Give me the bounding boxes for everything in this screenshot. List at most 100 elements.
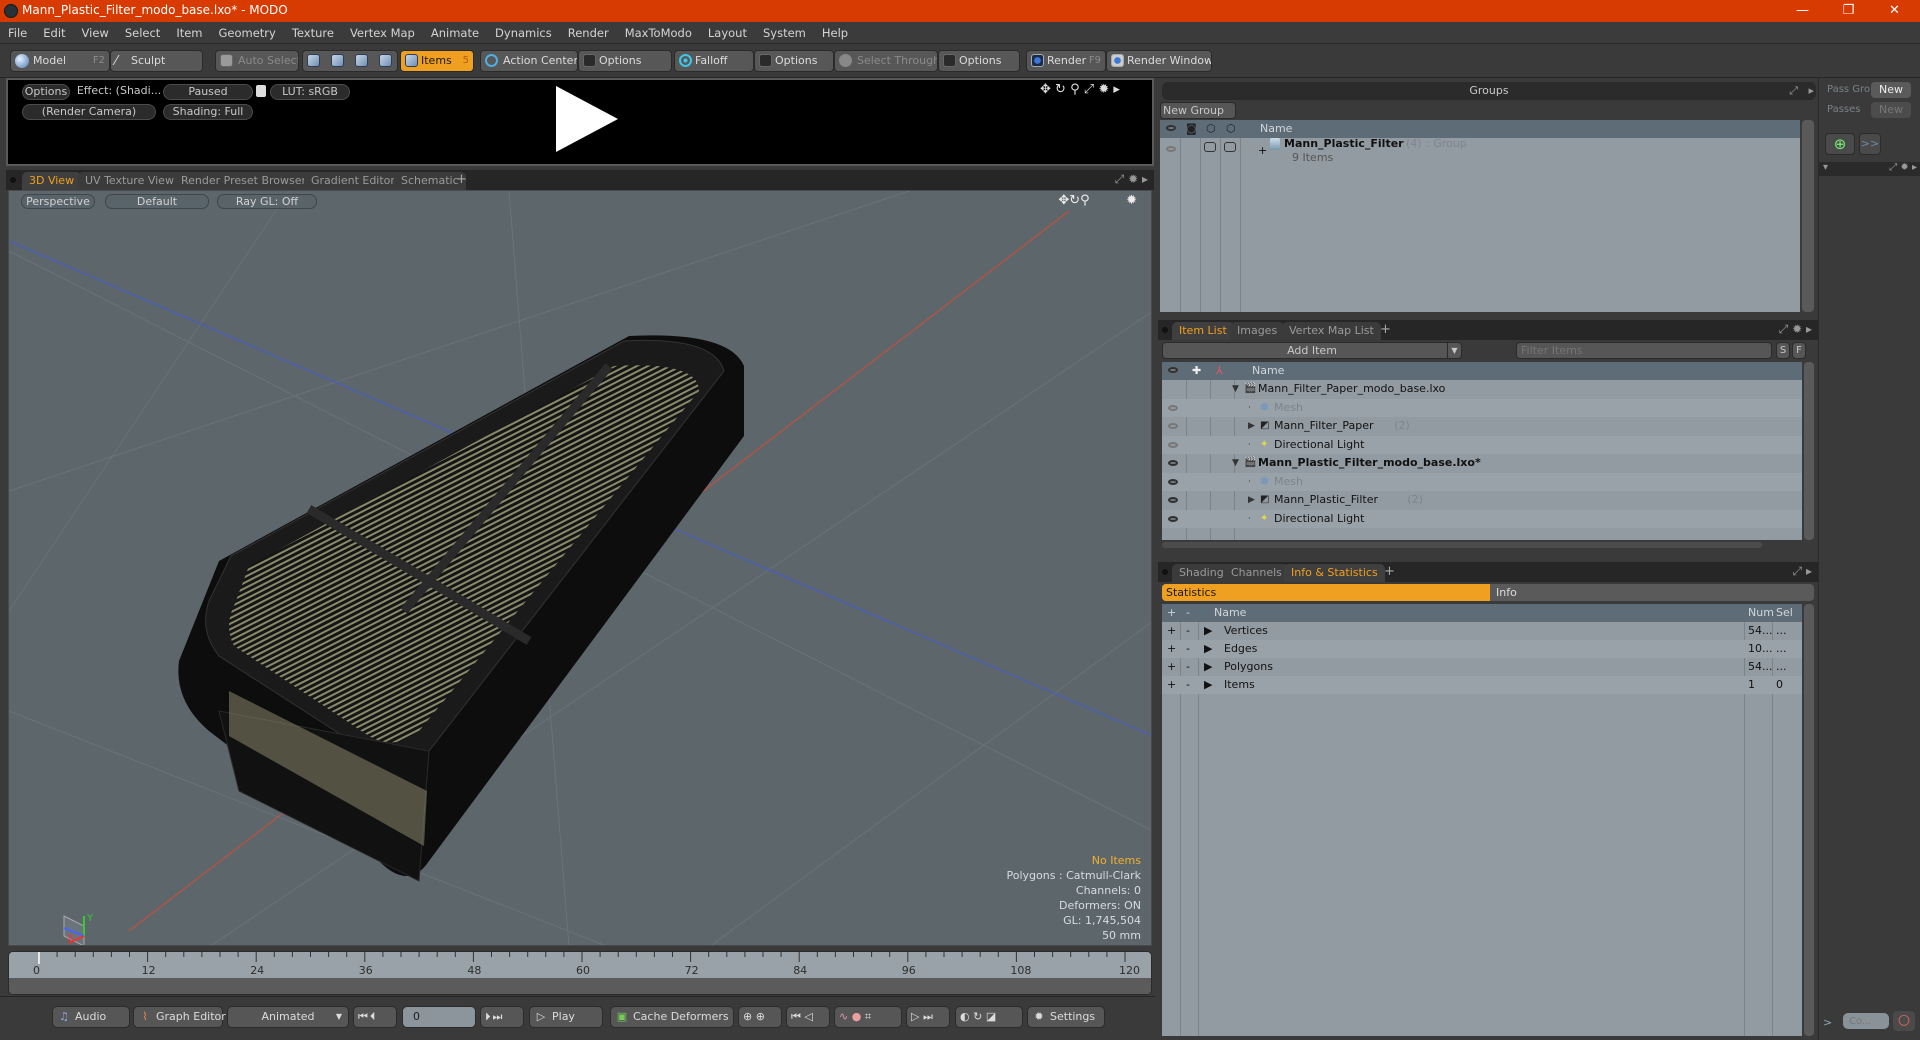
expand-toggle-icon[interactable]: ▶ [1248, 491, 1255, 509]
next-key-end-icon[interactable]: ⏭ [923, 1010, 933, 1023]
new-group-button[interactable]: New Group [1160, 102, 1236, 119]
visibility-toggle[interactable] [1168, 404, 1178, 411]
download-key-icon[interactable]: ⊕ [756, 1010, 765, 1023]
model-mode-button[interactable]: Model F2 [10, 50, 110, 72]
maximize-icon[interactable]: ⤢ [1789, 82, 1798, 100]
3d-viewport[interactable]: Perspective Default Ray GL: Off ✥↻⚲ ✹ Y … [8, 190, 1152, 946]
graph-editor-button[interactable]: ⌇ Graph Editor [133, 1006, 226, 1028]
gear-icon[interactable]: ✹ [1098, 82, 1109, 97]
expand-toggle-icon[interactable]: ▼ [1232, 380, 1239, 398]
record-macro-icon[interactable]: ○ [1893, 1011, 1915, 1031]
maximize-icon[interactable]: ⤢ [1793, 564, 1803, 578]
key-loop-icon[interactable]: ↻ [973, 1010, 982, 1023]
maximize-icon[interactable]: ⤢ [1779, 322, 1789, 336]
visibility-toggle[interactable] [1166, 146, 1176, 152]
chevron-down-icon[interactable]: ▼ [1447, 343, 1461, 358]
go-to-end-icon[interactable]: ⏭ [493, 1010, 505, 1023]
info-subtab[interactable]: Info [1492, 584, 1812, 601]
gear-icon[interactable]: ✹ [1900, 162, 1908, 173]
projection-dropdown[interactable]: Perspective [21, 194, 95, 209]
tab-images[interactable]: Images [1230, 322, 1285, 340]
upload-key-icon[interactable]: ⊕ [743, 1010, 752, 1023]
step-back-icon[interactable]: ⏴ [370, 1010, 378, 1023]
rotate-icon[interactable]: ↻ [1055, 82, 1066, 97]
tab-gradient-editor[interactable]: Gradient Editor [304, 172, 402, 190]
menu-texture[interactable]: Texture [284, 22, 342, 44]
key-select-icon[interactable]: ◐ [960, 1010, 970, 1023]
stat-row[interactable]: + - ▶ Items 1 0 [1162, 676, 1802, 694]
menu-vertex-map[interactable]: Vertex Map [342, 22, 423, 44]
rotate-icon[interactable]: ↻ [1069, 193, 1080, 208]
gear-icon[interactable]: ✹ [1128, 172, 1138, 186]
remove-from-selection-button[interactable]: - [1186, 640, 1190, 658]
visibility-toggle[interactable] [1168, 460, 1178, 466]
add-to-selection-button[interactable]: + [1167, 676, 1176, 694]
groups-scrollbar[interactable] [1802, 120, 1814, 312]
menu-view[interactable]: View [74, 22, 117, 44]
polygons-mode-icon[interactable] [355, 54, 368, 67]
new-pass-group-button[interactable]: New [1871, 82, 1911, 98]
render-button[interactable]: Render F9 [1026, 50, 1106, 72]
arrow-right-icon[interactable]: ▸ [1912, 162, 1917, 173]
tab-channels[interactable]: Channels [1224, 564, 1289, 582]
s-filter-button[interactable]: S [1776, 342, 1790, 359]
menu-select[interactable]: Select [117, 22, 168, 44]
zoom-icon[interactable]: ⚲ [1080, 193, 1090, 208]
visibility-toggle[interactable] [1168, 423, 1178, 429]
expand-icon[interactable]: ▶ [1204, 622, 1212, 640]
arrow-right-icon[interactable]: ▸ [1806, 564, 1812, 578]
command-input[interactable] [1843, 1013, 1889, 1029]
sculpt-mode-button[interactable]: ⁄ Sculpt [110, 50, 203, 72]
add-to-selection-button[interactable]: + [1167, 622, 1176, 640]
auto-select-button[interactable]: Auto Select [215, 50, 299, 72]
materials-mode-icon[interactable] [379, 54, 392, 67]
curve-key-icon[interactable]: ∿ [839, 1010, 848, 1023]
add-item-button[interactable]: Add Item ▼ [1162, 342, 1462, 359]
edges-mode-icon[interactable] [331, 54, 344, 67]
vertices-mode-icon[interactable] [307, 54, 320, 67]
item-list-scrollbar[interactable] [1804, 362, 1814, 540]
gear-icon[interactable]: ✹ [1792, 322, 1802, 336]
menu-render[interactable]: Render [560, 22, 617, 44]
prev-key-icon[interactable]: ◁ [804, 1010, 812, 1023]
add-pass-icon[interactable]: ⊕ [1825, 133, 1855, 155]
action-center-options-button[interactable]: Options [578, 50, 672, 72]
filter-items-input[interactable] [1516, 342, 1772, 359]
expand-icon[interactable]: + [1258, 142, 1267, 160]
add-tab-icon[interactable]: + [456, 172, 467, 187]
add-tab-icon[interactable]: + [1384, 564, 1395, 579]
zoom-icon[interactable]: ⚲ [1070, 82, 1080, 97]
item-list-row[interactable]: ▼ 🎬 Mann_Filter_Paper_modo_base.lxo [1162, 380, 1802, 398]
play-button[interactable]: ▷ Play [529, 1006, 603, 1028]
record-icon[interactable]: ● [852, 1010, 862, 1023]
tab-uv-texture-view[interactable]: UV Texture View [78, 172, 181, 190]
item-list-row[interactable]: ▼ 🎬 Mann_Plastic_Filter_modo_base.lxo* [1162, 454, 1802, 472]
menu-file[interactable]: File [0, 22, 35, 44]
current-frame-input[interactable]: 0 [402, 1006, 476, 1028]
statistics-subtab[interactable]: Statistics [1162, 584, 1490, 601]
visibility-toggle[interactable] [1168, 515, 1178, 522]
tab-item-list[interactable]: Item List [1172, 322, 1234, 340]
arrow-right-icon[interactable]: ▸ [1113, 82, 1120, 97]
arrow-right-icon[interactable]: ▸ [1808, 82, 1814, 100]
add-to-selection-button[interactable]: + [1167, 640, 1176, 658]
maximize-icon[interactable]: ⤢ [1115, 172, 1125, 186]
tab-schematic[interactable]: Schematic [394, 172, 466, 190]
action-center-button[interactable]: Action Center [480, 50, 578, 72]
stats-scrollbar[interactable] [1804, 604, 1814, 1036]
maximize-icon[interactable]: ⤢ [1889, 162, 1897, 173]
tab-info-statistics[interactable]: Info & Statistics [1284, 564, 1385, 582]
maximize-button[interactable]: ❐ [1826, 1, 1871, 21]
menu-system[interactable]: System [755, 22, 814, 44]
remove-from-selection-button[interactable]: - [1186, 622, 1190, 640]
add-tab-icon[interactable]: + [1380, 322, 1391, 337]
stat-row[interactable]: + - ▶ Polygons 54...... [1162, 658, 1802, 676]
cache-deformers-button[interactable]: ▣ Cache Deformers [610, 1006, 734, 1028]
menu-animate[interactable]: Animate [423, 22, 487, 44]
shading-dropdown[interactable]: Shading: Full [163, 104, 253, 120]
key-copy-icon[interactable]: ◪ [986, 1010, 996, 1023]
stat-row[interactable]: + - ▶ Edges 10...... [1162, 640, 1802, 658]
item-list-hscrollbar[interactable] [1162, 542, 1762, 548]
menu-item[interactable]: Item [168, 22, 210, 44]
visibility-toggle[interactable] [1168, 497, 1178, 503]
